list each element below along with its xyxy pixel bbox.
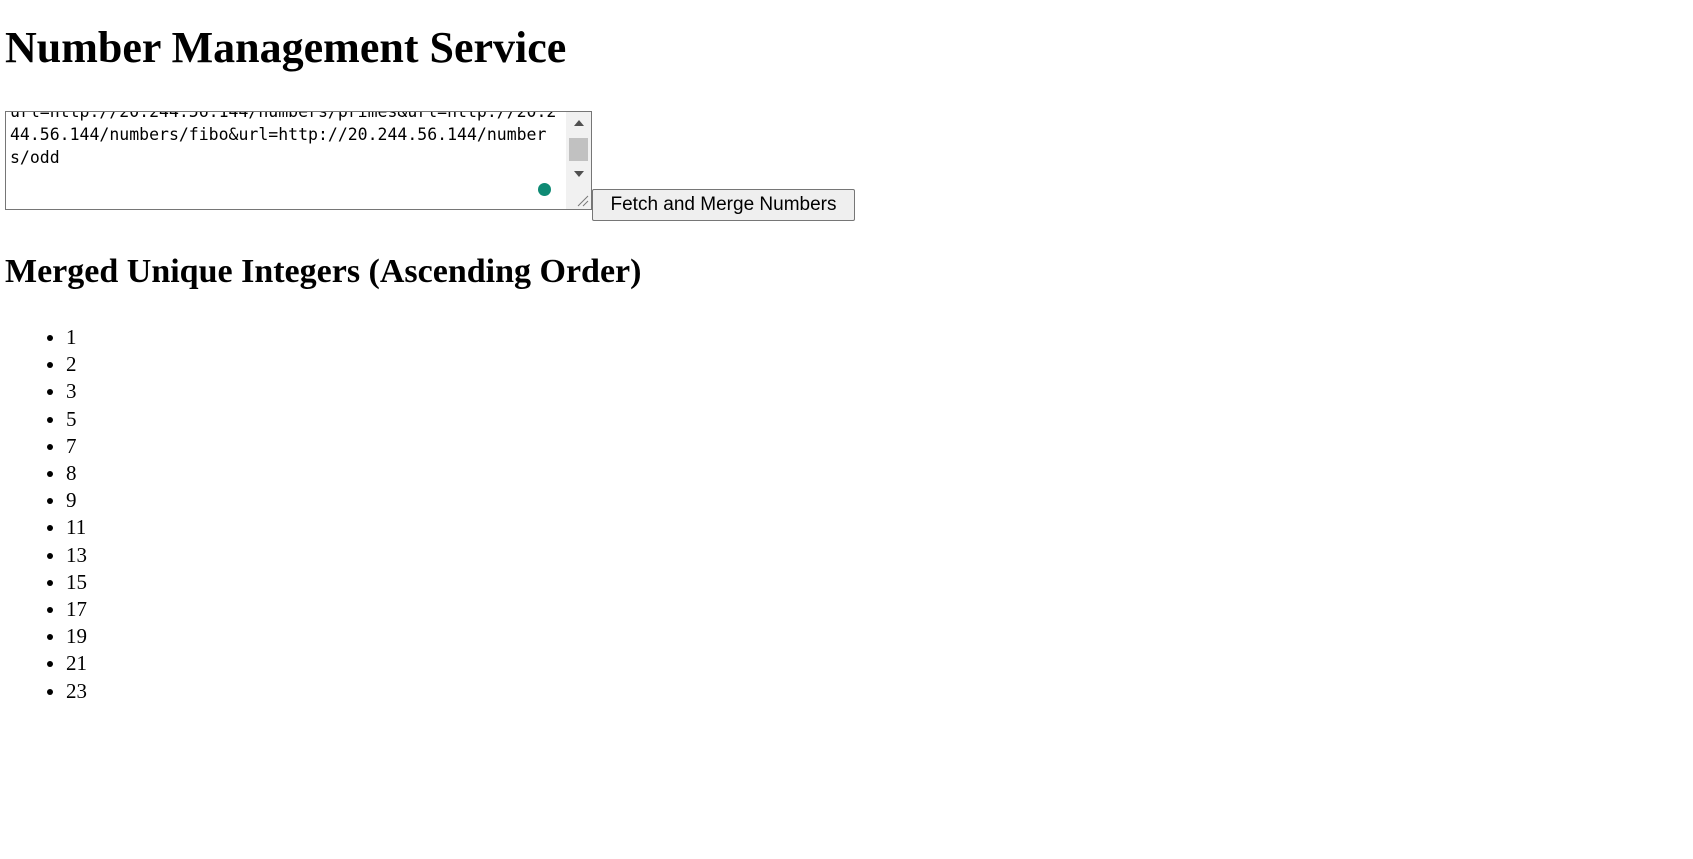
- list-item: 17: [66, 596, 87, 623]
- results-heading: Merged Unique Integers (Ascending Order): [5, 253, 642, 290]
- list-item: 21: [66, 650, 87, 677]
- status-dot-icon: [538, 183, 551, 196]
- list-item: 9: [66, 487, 87, 514]
- list-item: 1: [66, 324, 87, 351]
- page-title: Number Management Service: [5, 23, 567, 72]
- url-input[interactable]: url=http://20.244.56.144/numbers/primes&…: [5, 111, 592, 210]
- list-item: 2: [66, 351, 87, 378]
- list-item: 23: [66, 678, 87, 705]
- list-item: 11: [66, 514, 87, 541]
- fetch-merge-button[interactable]: Fetch and Merge Numbers: [592, 189, 855, 221]
- list-item: 5: [66, 406, 87, 433]
- url-input-text[interactable]: url=http://20.244.56.144/numbers/primes&…: [10, 112, 566, 169]
- list-item: 3: [66, 378, 87, 405]
- scroll-down-icon[interactable]: [566, 166, 591, 182]
- scroll-up-icon[interactable]: [566, 115, 591, 131]
- list-item: 8: [66, 460, 87, 487]
- list-item: 19: [66, 623, 87, 650]
- number-list: 1 2 3 5 7 8 9 11 13 15 17 19 21 23: [0, 324, 87, 705]
- list-item: 7: [66, 433, 87, 460]
- resize-grip-icon[interactable]: [575, 193, 589, 207]
- list-item: 15: [66, 569, 87, 596]
- list-item: 13: [66, 542, 87, 569]
- scroll-thumb[interactable]: [569, 138, 588, 161]
